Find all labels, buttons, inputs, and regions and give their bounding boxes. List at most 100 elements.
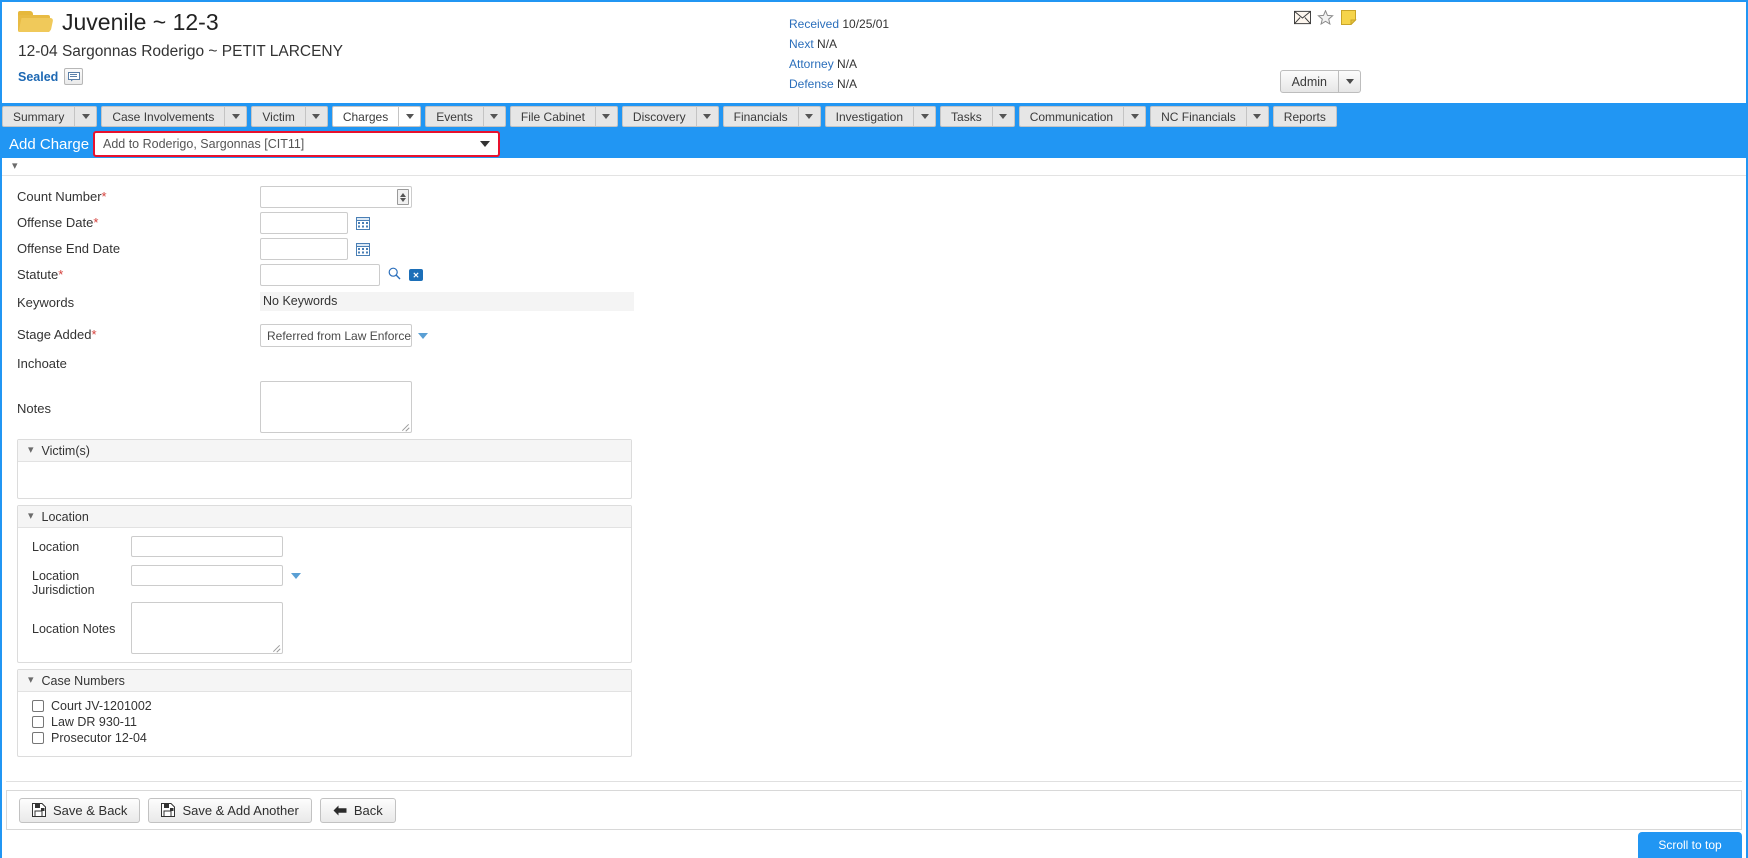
case-number-item-court[interactable]: Court JV-1201002 [18, 698, 631, 714]
nav-group-nc-financials: NC Financials [1150, 106, 1269, 127]
chevron-down-icon [602, 114, 611, 119]
calendar-icon[interactable] [356, 242, 370, 256]
tab-events[interactable]: Events [425, 106, 484, 127]
offense-date-label: Offense Date* [17, 215, 99, 230]
save-and-back-button[interactable]: Save & Back [19, 797, 141, 823]
resize-grip-icon[interactable] [272, 643, 281, 652]
nav-group-financials: Financials [722, 106, 821, 127]
calendar-icon[interactable] [356, 216, 370, 230]
chevron-down-icon [1345, 79, 1354, 84]
tab-case-involvements[interactable]: Case Involvements [101, 106, 226, 127]
envelope-icon[interactable] [1294, 10, 1311, 25]
tab-victim[interactable]: Victim [251, 106, 306, 127]
location-notes-textarea[interactable] [131, 602, 283, 654]
tab-case-involvements-caret[interactable] [225, 106, 248, 127]
tab-charges[interactable]: Charges [331, 106, 400, 127]
chevron-down-icon: ▾ [28, 674, 34, 686]
case-number-item-prosecutor[interactable]: Prosecutor 12-04 [18, 730, 631, 746]
nav-group-tasks: Tasks [940, 106, 1015, 127]
main-navigation-bar: Summary Case Involvements Victim Charges… [0, 103, 1748, 130]
save-and-add-another-button[interactable]: Save & Add Another [148, 797, 312, 823]
victims-panel-header[interactable]: ▾ Victim(s) [18, 440, 631, 462]
nav-group-file-cabinet: File Cabinet [509, 106, 618, 127]
back-button[interactable]: Back [319, 797, 396, 823]
tab-financials[interactable]: Financials [722, 106, 799, 127]
chevron-down-icon [1253, 114, 1262, 119]
add-charge-target-select[interactable]: Add to Roderigo, Sargonnas [CIT11] [93, 131, 500, 157]
location-panel-body: Location Location Jurisdiction Location … [18, 528, 631, 662]
comment-icon [67, 71, 80, 81]
tab-communication-caret[interactable] [1124, 106, 1147, 127]
count-number-stepper[interactable] [397, 189, 409, 205]
checkbox-prosecutor[interactable] [32, 732, 44, 744]
location-notes-label: Location Notes [32, 622, 116, 636]
location-jurisdiction-label: Location Jurisdiction [32, 569, 95, 597]
stage-added-select[interactable]: Referred from Law Enforcemen [260, 324, 412, 347]
resize-grip-icon[interactable] [401, 422, 410, 431]
chevron-down-icon [480, 141, 490, 147]
location-panel-header[interactable]: ▾ Location [18, 506, 631, 528]
field-row-location: Location [18, 536, 631, 561]
sealed-link[interactable]: Sealed [18, 70, 58, 84]
tab-communication[interactable]: Communication [1018, 106, 1125, 127]
chevron-down-icon [805, 114, 814, 119]
case-numbers-panel-header[interactable]: ▾ Case Numbers [18, 670, 631, 692]
tab-discovery-caret[interactable] [696, 106, 719, 127]
location-jurisdiction-select[interactable] [131, 565, 283, 586]
page-title: Juvenile ~ 12-3 [62, 9, 219, 35]
tab-tasks-caret[interactable] [992, 106, 1015, 127]
clear-statute-button[interactable]: ✕ [409, 269, 423, 281]
scroll-to-top-button[interactable]: Scroll to top [1638, 832, 1742, 858]
notes-textarea[interactable] [260, 381, 412, 433]
statute-input[interactable] [260, 264, 380, 286]
victims-panel-body [18, 462, 631, 498]
meta-key: Attorney [789, 57, 834, 71]
tab-tasks[interactable]: Tasks [940, 106, 993, 127]
tab-investigation[interactable]: Investigation [824, 106, 915, 127]
meta-value: N/A [837, 77, 858, 91]
admin-dropdown-toggle[interactable] [1339, 70, 1361, 93]
chevron-down-icon [490, 114, 499, 119]
offense-date-input[interactable] [260, 212, 348, 234]
admin-menu[interactable]: Admin [1279, 70, 1361, 93]
tab-discovery[interactable]: Discovery [621, 106, 697, 127]
tab-file-cabinet[interactable]: File Cabinet [509, 106, 596, 127]
case-number-item-law[interactable]: Law DR 930-11 [18, 714, 631, 730]
tab-nc-financials[interactable]: NC Financials [1150, 106, 1247, 127]
offense-end-date-label: Offense End Date [17, 241, 121, 256]
offense-end-date-input[interactable] [260, 238, 348, 260]
nav-group-case-involvements: Case Involvements [101, 106, 248, 127]
sticky-note-icon[interactable] [1340, 10, 1357, 25]
save-icon [32, 803, 46, 817]
keywords-value: No Keywords [260, 291, 634, 311]
chevron-down-icon [231, 114, 240, 119]
tab-victim-caret[interactable] [305, 106, 328, 127]
charge-form: ▾ Count Number* Offense Date* Offense En… [0, 158, 1748, 757]
count-number-input[interactable] [260, 186, 412, 208]
tab-charges-caret[interactable] [399, 106, 422, 127]
chevron-down-icon[interactable] [418, 332, 428, 339]
chevron-down-icon: ▾ [28, 510, 34, 522]
chevron-down-icon [920, 114, 929, 119]
form-collapse-toggle[interactable]: ▾ [0, 158, 1748, 176]
tab-nc-financials-caret[interactable] [1246, 106, 1269, 127]
search-icon[interactable] [388, 267, 401, 280]
nav-group-reports: Reports [1272, 106, 1337, 127]
nav-group-victim: Victim [251, 106, 328, 127]
tab-investigation-caret[interactable] [914, 106, 937, 127]
tab-reports[interactable]: Reports [1272, 106, 1337, 127]
nav-group-charges: Charges [331, 106, 422, 127]
admin-button[interactable]: Admin [1279, 70, 1339, 93]
tab-financials-caret[interactable] [798, 106, 821, 127]
tab-summary[interactable]: Summary [2, 106, 76, 127]
checkbox-law[interactable] [32, 716, 44, 728]
checkbox-court[interactable] [32, 700, 44, 712]
field-row-inchoate: Inchoate [0, 351, 1748, 375]
star-icon[interactable] [1317, 10, 1334, 25]
tab-events-caret[interactable] [483, 106, 506, 127]
tab-file-cabinet-caret[interactable] [595, 106, 618, 127]
case-note-button[interactable] [64, 68, 84, 85]
tab-summary-caret[interactable] [75, 106, 98, 127]
location-input[interactable] [131, 536, 283, 557]
chevron-down-icon[interactable] [291, 572, 301, 579]
